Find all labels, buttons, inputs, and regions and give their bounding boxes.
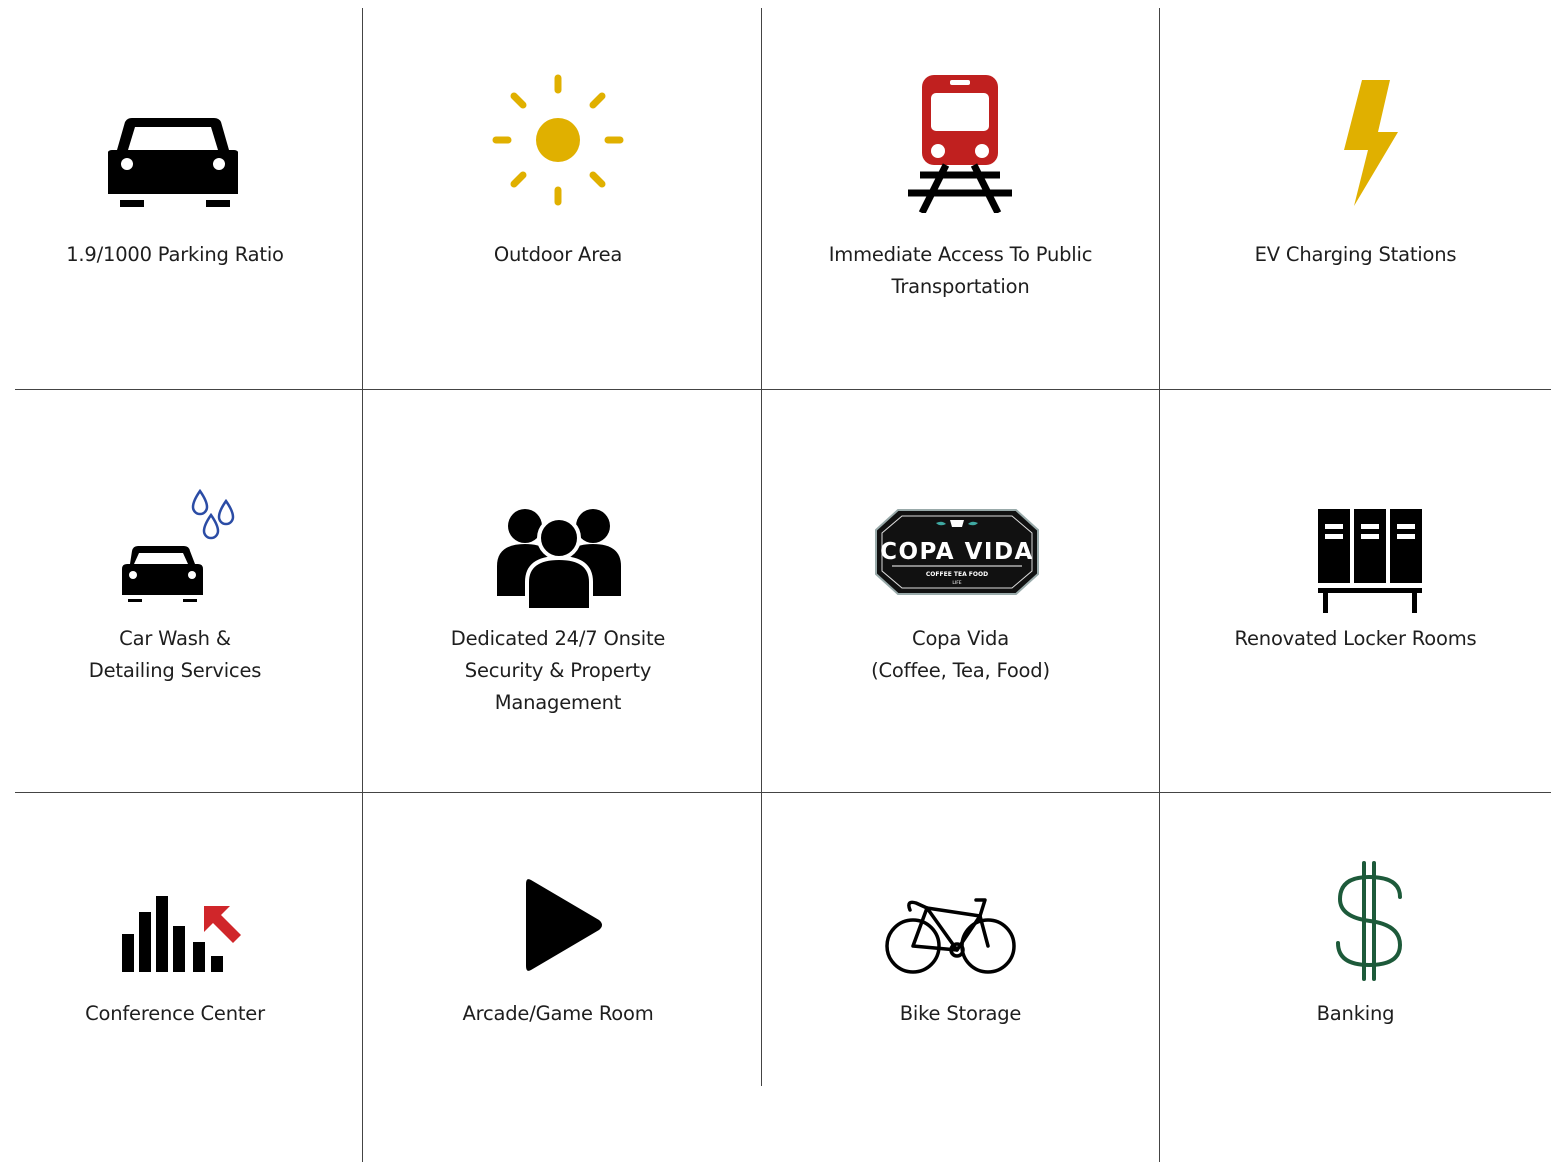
label-line: Security & Property bbox=[464, 659, 652, 682]
amenity-arcade: Arcade/Game Room bbox=[363, 793, 753, 1162]
people-group-icon bbox=[497, 509, 621, 608]
car-wash-icon bbox=[122, 488, 235, 602]
bar-chart-arrow-icon bbox=[122, 896, 241, 972]
amenity-banking: Banking bbox=[1160, 793, 1551, 1162]
label-line: Banking bbox=[1316, 1002, 1395, 1025]
label-line: Copa Vida bbox=[912, 627, 1009, 650]
amenity-security: Dedicated 24/7 Onsite Security & Propert… bbox=[363, 390, 753, 792]
amenity-label: Renovated Locker Rooms bbox=[1160, 623, 1551, 655]
amenity-label: 1.9/1000 Parking Ratio bbox=[0, 239, 350, 271]
copa-vida-logo-text: COPA VIDA bbox=[880, 539, 1034, 565]
sun-icon bbox=[492, 74, 624, 206]
play-icon bbox=[526, 879, 602, 971]
label-line: Arcade/Game Room bbox=[462, 1002, 654, 1025]
amenity-bike-storage: Bike Storage bbox=[762, 793, 1159, 1162]
label-line: Management bbox=[494, 691, 622, 714]
label-line: Outdoor Area bbox=[493, 243, 623, 266]
label-line: Transportation bbox=[891, 275, 1030, 298]
amenity-label: Conference Center bbox=[0, 998, 350, 1030]
copa-vida-logo: COPA VIDA COFFEE TEA FOOD LIFE bbox=[875, 509, 1039, 595]
amenity-label: Bike Storage bbox=[762, 998, 1159, 1030]
train-icon bbox=[908, 75, 1012, 213]
lightning-bolt-icon bbox=[1344, 80, 1398, 206]
label-line: EV Charging Stations bbox=[1254, 243, 1457, 266]
amenity-label: Copa Vida (Coffee, Tea, Food) bbox=[762, 623, 1159, 687]
amenity-ev-charging: EV Charging Stations bbox=[1160, 0, 1551, 389]
bicycle-icon bbox=[885, 898, 1016, 974]
car-icon bbox=[108, 118, 238, 207]
label-line: Conference Center bbox=[85, 1002, 265, 1025]
locker-icon bbox=[1318, 509, 1422, 613]
copa-vida-logo-subtext: LIFE bbox=[952, 580, 961, 586]
label-line: Detailing Services bbox=[88, 659, 262, 682]
amenity-copa-vida: COPA VIDA COFFEE TEA FOOD LIFE Copa Vida… bbox=[762, 390, 1159, 792]
amenity-car-wash: Car Wash & Detailing Services bbox=[0, 390, 350, 792]
label-line: (Coffee, Tea, Food) bbox=[871, 659, 1050, 682]
amenity-public-transportation: Immediate Access To Public Transportatio… bbox=[762, 0, 1159, 389]
amenity-parking: 1.9/1000 Parking Ratio bbox=[0, 0, 350, 389]
amenity-label: Outdoor Area bbox=[363, 239, 753, 271]
amenity-label: Banking bbox=[1160, 998, 1551, 1030]
label-line: Dedicated 24/7 Onsite bbox=[450, 627, 666, 650]
amenity-conference-center: Conference Center bbox=[0, 793, 350, 1162]
label-line: Renovated Locker Rooms bbox=[1234, 627, 1477, 650]
amenity-locker-rooms: Renovated Locker Rooms bbox=[1160, 390, 1551, 792]
label-line: Immediate Access To Public bbox=[828, 243, 1093, 266]
dollar-sign-icon bbox=[1336, 861, 1403, 981]
amenity-label: Immediate Access To Public Transportatio… bbox=[762, 239, 1159, 303]
amenity-outdoor-area: Outdoor Area bbox=[363, 0, 753, 389]
amenity-label: EV Charging Stations bbox=[1160, 239, 1551, 271]
amenity-label: Arcade/Game Room bbox=[363, 998, 753, 1030]
amenity-label: Car Wash & Detailing Services bbox=[0, 623, 350, 687]
amenity-label: Dedicated 24/7 Onsite Security & Propert… bbox=[363, 623, 753, 719]
label-line: 1.9/1000 Parking Ratio bbox=[66, 243, 284, 266]
label-line: Car Wash & bbox=[119, 627, 231, 650]
copa-vida-logo-subtext: COFFEE TEA FOOD bbox=[926, 571, 988, 578]
label-line: Bike Storage bbox=[899, 1002, 1022, 1025]
